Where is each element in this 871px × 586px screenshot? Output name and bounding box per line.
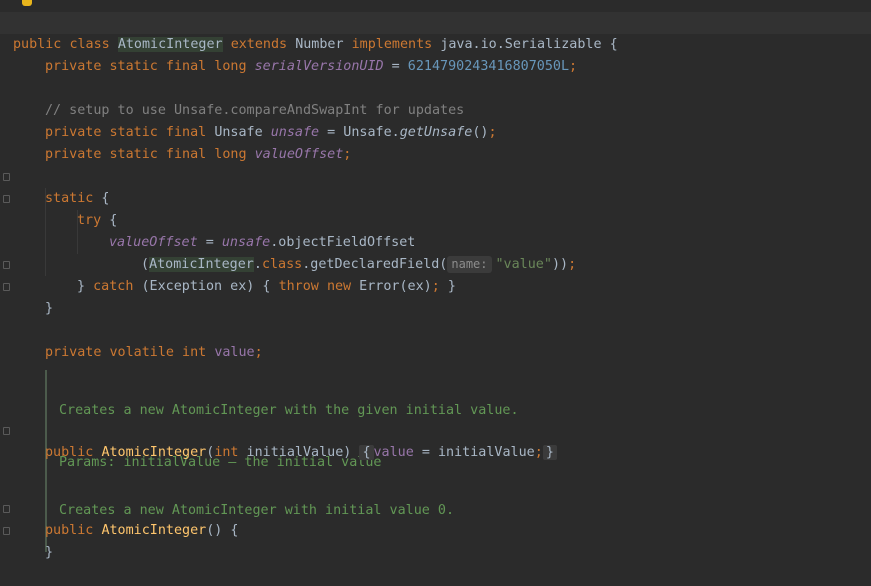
fold-marker-icon[interactable]	[3, 527, 10, 535]
semicolon: ;	[343, 147, 352, 162]
class-name: AtomicInteger	[117, 37, 223, 52]
keyword-class: class	[69, 37, 110, 52]
fold-marker-icon[interactable]	[3, 505, 10, 513]
field-value-offset: valueOffset	[254, 147, 344, 162]
brace: }	[45, 545, 54, 560]
dot: .	[253, 257, 262, 272]
brace: {	[93, 191, 110, 206]
code-line-declared-field[interactable]: (AtomicInteger.class.getDeclaredField(na…	[0, 232, 576, 273]
code-line-unsafe[interactable]: private static final Unsafe unsafe = Uns…	[0, 100, 497, 140]
brace: }	[77, 279, 94, 294]
semicolon: ;	[568, 257, 577, 272]
code-editor[interactable]: public class AtomicInteger extends Numbe…	[0, 0, 871, 563]
keyword-class: class	[261, 257, 303, 272]
constructor-name: AtomicInteger	[101, 523, 207, 538]
expression: = Unsafe.	[319, 125, 400, 140]
method-call: .getDeclaredField(	[302, 257, 448, 272]
fold-marker-icon[interactable]	[3, 261, 10, 269]
string-literal: "value"	[495, 257, 552, 272]
operator: =	[383, 59, 408, 74]
fold-marker-icon[interactable]	[3, 173, 10, 181]
brace: }	[45, 301, 54, 316]
keyword-static: static	[45, 191, 94, 206]
method-call: .objectFieldOffset	[270, 235, 416, 250]
keyword-extends: extends	[230, 37, 288, 52]
parameter: initialValue)	[238, 445, 352, 460]
modifiers: private static final long	[45, 59, 255, 74]
brace: {	[101, 213, 118, 228]
keyword-try: try	[77, 213, 102, 228]
fold-marker-icon[interactable]	[3, 195, 10, 203]
field-unsafe: unsafe	[221, 235, 271, 250]
type-name: Unsafe	[214, 125, 271, 140]
modifiers: private volatile int	[45, 345, 215, 360]
code-line-serial[interactable]: private static final long serialVersionU…	[0, 34, 577, 74]
brace: {	[601, 37, 618, 52]
modifiers: private static final	[45, 125, 215, 140]
keyword-int: int	[214, 445, 239, 460]
keyword-implements: implements	[351, 37, 433, 52]
catch-clause: (Exception ex) {	[133, 279, 279, 294]
field-value-offset: valueOffset	[109, 235, 198, 250]
code-line-value-field[interactable]: private volatile int value;	[0, 320, 263, 360]
constructor-call: Error(ex)	[351, 279, 432, 294]
folded-brace[interactable]: {	[359, 445, 374, 460]
field-value: value	[373, 445, 414, 460]
doc-text: Creates a new AtomicInteger with the giv…	[59, 403, 519, 418]
lightbulb-icon[interactable]	[22, 0, 32, 6]
method-call: getUnsafe	[399, 125, 473, 140]
parameter-hint: name:	[447, 256, 492, 273]
parens: ()	[472, 125, 489, 140]
fold-marker-icon[interactable]	[3, 283, 10, 291]
semicolon: ;	[254, 345, 263, 360]
code-line-comment[interactable]: // setup to use Unsafe.compareAndSwapInt…	[0, 78, 464, 118]
field-value: value	[214, 345, 255, 360]
paren: (	[141, 257, 150, 272]
keyword-public: public	[45, 523, 102, 538]
keyword-public: public	[45, 445, 102, 460]
modifiers: private static final long	[45, 147, 255, 162]
semicolon: ;	[569, 59, 578, 74]
keyword-new: new	[326, 279, 352, 294]
doc-text: Creates a new AtomicInteger with initial…	[59, 503, 455, 518]
field-unsafe: unsafe	[270, 125, 320, 140]
semicolon: ;	[488, 125, 497, 140]
brace: }	[439, 279, 456, 294]
keyword-throw: throw	[278, 279, 319, 294]
operator: =	[197, 235, 222, 250]
assignment: = initialValue	[413, 445, 535, 460]
class-name: AtomicInteger	[149, 257, 254, 272]
line-comment: // setup to use Unsafe.compareAndSwapInt…	[45, 103, 465, 118]
code-line-value-offset[interactable]: private static final long valueOffset;	[0, 122, 351, 162]
constructor-name: AtomicInteger	[101, 445, 207, 460]
folded-brace[interactable]: }	[542, 445, 557, 460]
fold-marker-icon[interactable]	[3, 427, 10, 435]
interface-name: java.io.Serializable	[440, 37, 602, 52]
parens-brace: () {	[206, 523, 239, 538]
superclass-name: Number	[295, 37, 344, 52]
keyword-catch: catch	[93, 279, 134, 294]
semicolon: ;	[534, 445, 543, 460]
field-serial-version-uid: serialVersionUID	[254, 59, 384, 74]
code-line-class-decl[interactable]: public class AtomicInteger extends Numbe…	[0, 12, 871, 52]
number-literal: 6214790243416807050L	[407, 59, 570, 74]
semicolon: ;	[431, 279, 440, 294]
code-line-offset-assign[interactable]: valueOffset = unsafe.objectFieldOffset	[0, 210, 415, 250]
parens: ))	[551, 257, 569, 272]
